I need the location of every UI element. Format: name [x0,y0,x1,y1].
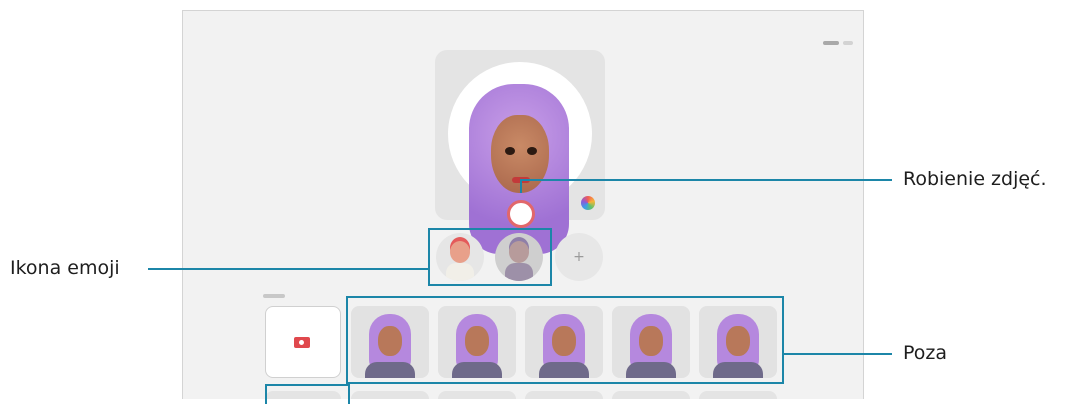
top-action-secondary[interactable] [843,41,853,45]
row2-tile[interactable] [438,391,516,399]
emoji-1-head [450,241,470,263]
pose-tile-4[interactable] [612,306,690,378]
emoji-thumb-1[interactable] [436,233,484,281]
camera-icon [294,337,310,348]
pose-face [465,326,489,356]
pose-face [378,326,402,356]
pose-callout-label: Poza [903,342,948,364]
emoji-callout-line [148,268,430,270]
row2-tile[interactable] [612,391,690,399]
pose-face [726,326,750,356]
emoji-icon-callout-label: Ikona emoji [10,257,120,279]
row2-tile[interactable] [351,391,429,399]
row2-tile[interactable] [699,391,777,399]
shutter-button[interactable] [507,200,535,228]
avatar-right-eye [527,147,537,155]
pose-shirt [365,362,415,378]
pose-tile-3[interactable] [525,306,603,378]
camera-tile[interactable] [265,306,341,378]
top-right-controls[interactable] [823,41,853,45]
capture-callout-label: Robienie zdjęć. [903,168,1047,190]
emoji-2-head [509,241,529,263]
row2-tile[interactable] [525,391,603,399]
plus-icon: + [573,249,585,265]
pose-callout-line [784,353,892,355]
pose-face [552,326,576,356]
add-emoji-button[interactable]: + [555,233,603,281]
top-action-label[interactable] [823,41,839,45]
phone-screen: + [182,10,864,399]
capture-callout-line-vertical [520,179,522,193]
pose-tile-5[interactable] [699,306,777,378]
emoji-thumb-2[interactable] [495,233,543,281]
pose-shirt [452,362,502,378]
capture-callout-line [520,179,892,181]
pose-face [639,326,663,356]
pose-shirt [626,362,676,378]
pose-shirt [539,362,589,378]
section-label [263,294,285,298]
pose-shirt [713,362,763,378]
avatar-left-eye [505,147,515,155]
color-wheel-icon[interactable] [581,196,595,210]
row2-tile[interactable] [265,391,341,399]
emoji-2-body [505,263,533,281]
emoji-1-body [446,263,474,281]
pose-tile-1[interactable] [351,306,429,378]
pose-tile-2[interactable] [438,306,516,378]
